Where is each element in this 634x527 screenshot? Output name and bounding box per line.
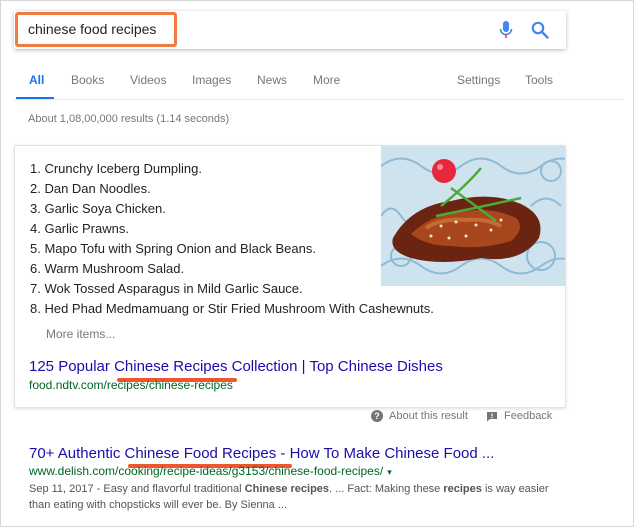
help-icon: ? [371,410,383,422]
snippet-text: . ... Fact: Making these [329,483,444,495]
result-url-text[interactable]: www.delish.com/cooking/recipe-ideas/g315… [29,464,383,478]
tab-all[interactable]: All [29,73,44,87]
tab-images[interactable]: Images [192,73,231,87]
tab-news[interactable]: News [257,73,287,87]
result-date: Sep 11, 2017 - [29,483,104,495]
search-input[interactable]: chinese food recipes [28,21,156,37]
list-item: 4. Garlic Prawns. [30,221,129,236]
result-url[interactable]: www.delish.com/cooking/recipe-ideas/g315… [29,464,392,478]
tab-more[interactable]: More [313,73,340,87]
search-icon[interactable] [531,21,549,39]
recipe-thumbnail-image[interactable] [381,146,565,286]
list-item: 3. Garlic Soya Chicken. [30,201,166,216]
tab-books[interactable]: Books [71,73,104,87]
search-tabs: All Books Videos Images News More Settin… [0,66,634,100]
result-stats: About 1,08,00,000 results (1.14 seconds) [28,113,230,125]
tab-settings[interactable]: Settings [457,73,500,87]
list-item: 6. Warm Mushroom Salad. [30,261,185,276]
microphone-icon[interactable] [498,20,514,40]
snippet-highlight: recipes [443,483,482,495]
more-items-link[interactable]: More items... [46,327,115,341]
snippet-text: Easy and flavorful traditional [103,483,245,495]
featured-list: 1. Crunchy Iceberg Dumpling. 2. Dan Dan … [30,159,434,319]
list-item: 2. Dan Dan Noodles. [30,181,151,196]
tab-videos[interactable]: Videos [130,73,166,87]
tab-tools[interactable]: Tools [525,73,553,87]
list-item: 5. Mapo Tofu with Spring Onion and Black… [30,241,316,256]
chevron-down-icon[interactable]: ▾ [387,467,392,477]
tabs-divider [14,99,624,100]
about-result-label: About this result [389,410,468,422]
list-item: 7. Wok Tossed Asparagus in Mild Garlic S… [30,281,303,296]
snippet-highlight: Chinese recipes [244,483,330,495]
featured-result-title-link[interactable]: 125 Popular Chinese Recipes Collection |… [29,358,443,375]
featured-result-url[interactable]: food.ndtv.com/recipes/chinese-recipes [29,378,233,392]
feedback-label: Feedback [504,410,553,422]
about-this-result[interactable]: ? About this result [371,410,468,422]
feedback-link[interactable]: Feedback [486,410,552,422]
list-item: 8. Hed Phad Medmamuang or Stir Fried Mus… [30,301,434,316]
feedback-icon [487,411,497,421]
result-title-link[interactable]: 70+ Authentic Chinese Food Recipes - How… [29,445,494,462]
list-item: 1. Crunchy Iceberg Dumpling. [30,161,202,176]
result-snippet: Sep 11, 2017 - Easy and flavorful tradit… [29,481,549,513]
